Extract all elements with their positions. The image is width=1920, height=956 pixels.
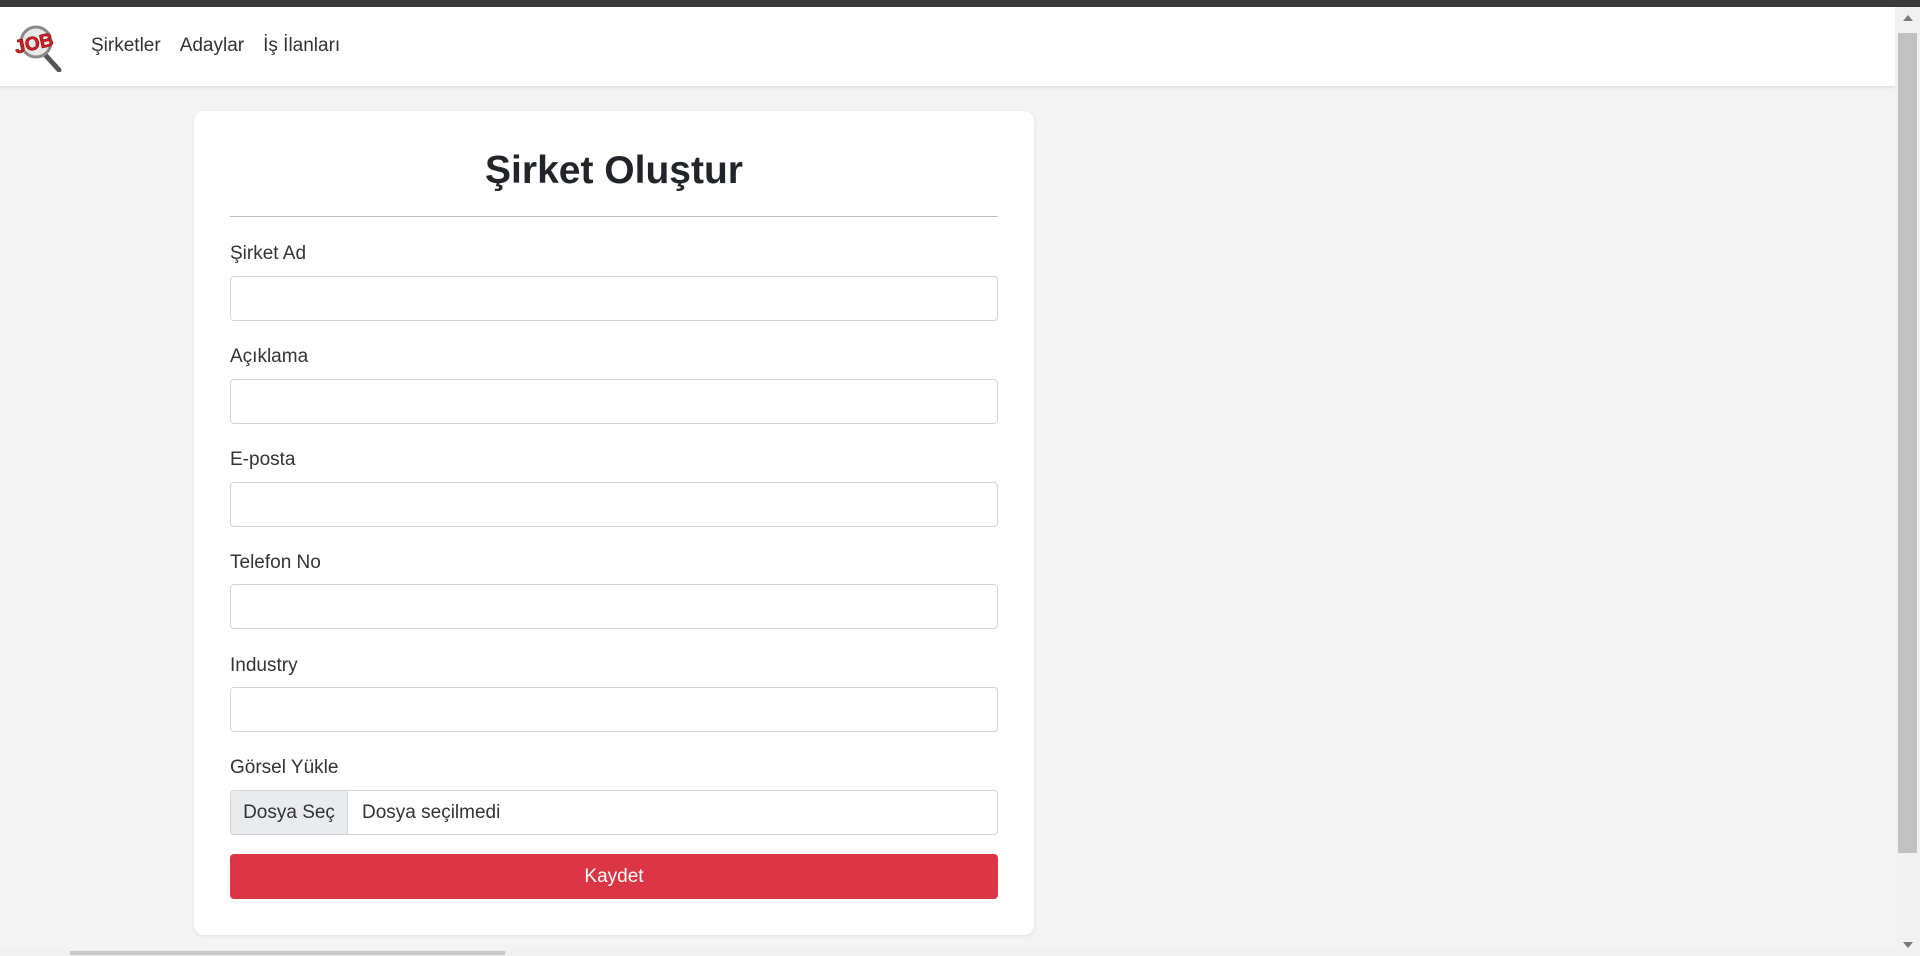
company-name-input[interactable]: [230, 276, 998, 321]
image-upload-field[interactable]: Dosya Seç Dosya seçilmedi: [230, 790, 998, 835]
industry-label: Industry: [230, 655, 298, 676]
phone-label: Telefon No: [230, 552, 321, 573]
image-upload-label: Görsel Yükle: [230, 757, 339, 778]
save-button[interactable]: Kaydet: [230, 854, 998, 899]
scroll-up-arrow-icon[interactable]: [1903, 15, 1913, 21]
logo-graphic: JOB: [12, 25, 62, 73]
job-search-logo-icon[interactable]: JOB: [12, 20, 62, 73]
description-label: Açıklama: [230, 346, 309, 367]
scroll-thumb[interactable]: [1898, 33, 1917, 853]
company-name-label: Şirket Ad: [230, 243, 307, 264]
email-label: E-posta: [230, 449, 296, 470]
choose-file-button[interactable]: Dosya Seç: [231, 791, 348, 834]
browser-top-strip: [0, 0, 1920, 7]
industry-input[interactable]: [230, 687, 998, 732]
main-navigation: Şirketler Adaylar İş İlanları: [91, 35, 340, 57]
file-status-text: Dosya seçilmedi: [362, 801, 501, 823]
navbar: JOB Şirketler Adaylar İş İlanları: [0, 7, 1895, 86]
horizontal-scroll-thumb[interactable]: [70, 951, 505, 955]
logo-text: JOB: [13, 30, 56, 59]
page-title: Şirket Oluştur: [485, 149, 743, 192]
email-input[interactable]: [230, 482, 998, 527]
description-input[interactable]: [230, 379, 998, 424]
phone-input[interactable]: [230, 584, 998, 629]
nav-link-job-postings[interactable]: İş İlanları: [263, 35, 340, 57]
vertical-scrollbar[interactable]: [1895, 7, 1920, 956]
horizontal-scrollbar[interactable]: [0, 950, 1895, 956]
title-divider: [230, 216, 998, 217]
scroll-down-arrow-icon[interactable]: [1903, 942, 1913, 948]
nav-link-companies[interactable]: Şirketler: [91, 35, 161, 57]
nav-link-candidates[interactable]: Adaylar: [180, 35, 244, 57]
